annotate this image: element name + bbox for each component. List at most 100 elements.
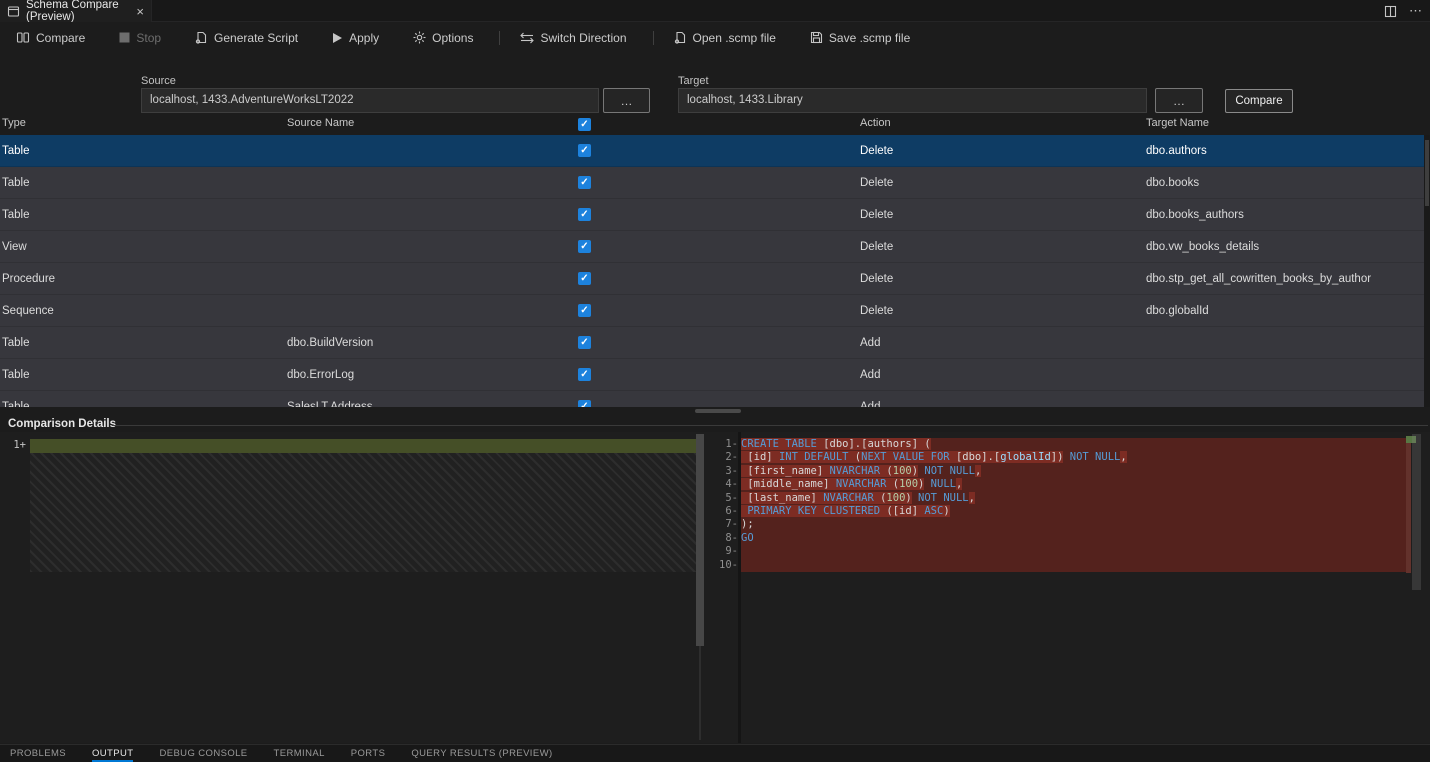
toolbar-separator	[653, 31, 654, 45]
target-input[interactable]: localhost, 1433.Library	[678, 88, 1147, 113]
table-row[interactable]: Procedure ✓ Delete dbo.stp_get_all_cowritte…	[0, 263, 1424, 295]
code-token: NVARCHAR	[830, 465, 887, 477]
row-checkbox[interactable]: ✓	[578, 272, 591, 285]
open-scmp-button[interactable]: Open .scmp file	[666, 28, 784, 48]
row-target-name: dbo.vw_books_details	[1146, 231, 1259, 263]
left-editor-scrollbar-thumb[interactable]	[696, 434, 704, 646]
code-token: ,	[975, 465, 981, 477]
column-header-target-name[interactable]: Target Name	[1146, 117, 1209, 129]
row-action: Delete	[860, 295, 893, 327]
code-token: );	[741, 518, 754, 530]
code-token: PRIMARY KEY CLUSTERED	[741, 505, 886, 517]
row-type: Table	[2, 135, 30, 167]
source-browse-button[interactable]: …	[603, 88, 650, 113]
apply-button[interactable]: Apply	[324, 28, 387, 48]
switch-direction-button[interactable]: Switch Direction	[512, 28, 634, 48]
gear-icon	[413, 31, 426, 44]
column-header-action[interactable]: Action	[860, 117, 891, 129]
code-line: GO	[741, 532, 1406, 545]
row-checkbox[interactable]: ✓	[578, 336, 591, 349]
column-header-source-name[interactable]: Source Name	[287, 117, 354, 129]
compare-toolbar-button[interactable]: Compare	[8, 28, 93, 48]
right-editor-scrollbar-thumb[interactable]	[1412, 434, 1421, 590]
row-type: Table	[2, 359, 30, 391]
code-line: [last_name] NVARCHAR (100) NOT NULL,	[741, 492, 1406, 505]
row-action: Delete	[860, 199, 893, 231]
row-action: Delete	[860, 263, 893, 295]
table-row[interactable]: Table✓Deletedbo.books	[0, 167, 1424, 199]
row-checkbox[interactable]: ✓	[578, 144, 591, 157]
table-row[interactable]: Sequence✓Deletedbo.globalId	[0, 295, 1424, 327]
grid-header: Type Source Name ✓ Action Target Name	[0, 115, 1424, 135]
row-checkbox[interactable]: ✓	[578, 176, 591, 189]
line-number: 5-	[704, 492, 738, 505]
line-number: 10-	[704, 559, 738, 572]
comparison-details-title: Comparison Details	[8, 418, 116, 430]
row-checkbox[interactable]: ✓	[578, 304, 591, 317]
line-number: 9-	[704, 545, 738, 558]
row-target-name: dbo.globalId	[1146, 295, 1209, 327]
table-row[interactable]: TableSalesLT.Address✓Add	[0, 391, 1424, 407]
row-type: Table	[2, 327, 30, 359]
table-row[interactable]: Table✓Deletedbo.authors	[0, 135, 1424, 167]
row-source-name: dbo.ErrorLog	[287, 359, 354, 391]
target-label: Target	[678, 75, 709, 87]
target-browse-button[interactable]: …	[1155, 88, 1203, 113]
table-row[interactable]: Table dbo.ErrorLog ✓ Add	[0, 359, 1424, 391]
close-icon[interactable]: ×	[136, 5, 144, 18]
row-type: Table	[2, 199, 30, 231]
open-file-icon	[674, 31, 687, 44]
compare-button[interactable]: Compare	[1225, 89, 1293, 113]
row-checkbox[interactable]: ✓	[578, 400, 591, 407]
row-type: Table	[2, 391, 30, 407]
grid-horizontal-scrollbar-thumb[interactable]	[695, 409, 741, 413]
code-line: CREATE TABLE [dbo].[authors] (	[741, 438, 1406, 451]
code-token: [first_name]	[741, 465, 830, 477]
right-code-area[interactable]: CREATE TABLE [dbo].[authors] ( [id] INT …	[741, 438, 1406, 572]
code-token: (	[886, 465, 892, 477]
more-actions-icon[interactable]: ⋯	[1409, 3, 1422, 19]
row-type: Procedure	[2, 263, 55, 295]
schema-compare-icon	[7, 5, 20, 18]
play-icon	[332, 32, 343, 44]
row-checkbox[interactable]: ✓	[578, 208, 591, 221]
panel-tab-query-results-preview-[interactable]: QUERY RESULTS (PREVIEW)	[411, 745, 552, 762]
code-token: NVARCHAR	[823, 492, 880, 504]
diff-added-line[interactable]	[30, 439, 697, 453]
line-number: 4-	[704, 478, 738, 491]
comparison-details-rule	[112, 425, 1428, 426]
code-token: 100	[899, 478, 918, 490]
source-label: Source	[141, 75, 176, 87]
row-action: Delete	[860, 167, 893, 199]
row-checkbox[interactable]: ✓	[578, 368, 591, 381]
row-action: Add	[860, 359, 880, 391]
panel-tab-terminal[interactable]: TERMINAL	[274, 745, 325, 762]
table-row[interactable]: Table✓Deletedbo.books_authors	[0, 199, 1424, 231]
panel-tab-debug-console[interactable]: DEBUG CONSOLE	[159, 745, 247, 762]
code-token: ASC	[924, 505, 943, 517]
left-line-number: 1+	[0, 439, 26, 451]
row-checkbox[interactable]: ✓	[578, 240, 591, 253]
tab-schema-compare[interactable]: Schema Compare (Preview) ×	[0, 0, 152, 22]
code-line	[741, 545, 1406, 558]
source-input[interactable]: localhost, 1433.AdventureWorksLT2022	[141, 88, 599, 113]
panel-tab-output[interactable]: OUTPUT	[92, 745, 133, 762]
panel-tab-ports[interactable]: PORTS	[351, 745, 386, 762]
table-row[interactable]: Tabledbo.BuildVersion✓Add	[0, 327, 1424, 359]
save-icon	[810, 31, 823, 44]
code-token: NEXT VALUE FOR	[861, 451, 956, 463]
grid-vertical-scrollbar-thumb[interactable]	[1425, 140, 1429, 206]
split-editor-icon[interactable]	[1384, 5, 1397, 18]
row-target-name: dbo.stp_get_all_cowritten_books_by_autho…	[1146, 263, 1371, 295]
code-token: NOT NULL	[918, 465, 975, 477]
code-token: [dbo].[	[956, 451, 1000, 463]
column-header-type[interactable]: Type	[2, 117, 26, 129]
generate-script-button[interactable]: Generate Script	[187, 28, 306, 48]
code-token: [last_name]	[741, 492, 823, 504]
header-checkbox[interactable]: ✓	[578, 118, 591, 131]
code-token: ,	[969, 492, 975, 504]
panel-tab-problems[interactable]: PROBLEMS	[10, 745, 66, 762]
save-scmp-button[interactable]: Save .scmp file	[802, 28, 918, 48]
table-row[interactable]: View✓Deletedbo.vw_books_details	[0, 231, 1424, 263]
options-button[interactable]: Options	[405, 28, 481, 48]
